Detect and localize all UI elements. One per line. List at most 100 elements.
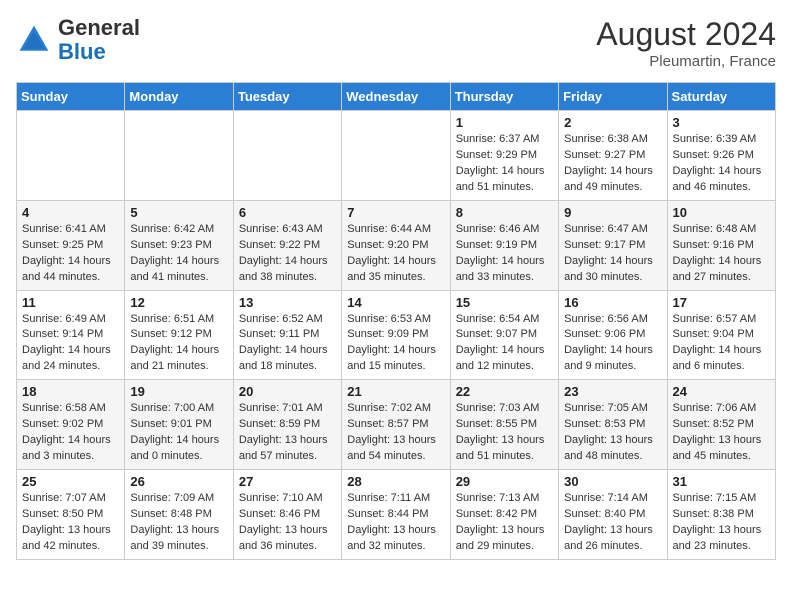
calendar-cell: 23 Sunrise: 7:05 AM Sunset: 8:53 PM Dayli… xyxy=(559,380,667,470)
logo-icon xyxy=(16,22,52,58)
day-info: Sunrise: 6:51 AM Sunset: 9:12 PM Dayligh… xyxy=(130,312,227,376)
day-number: 20 xyxy=(239,384,336,399)
day-number: 21 xyxy=(347,384,444,399)
day-number: 13 xyxy=(239,295,336,310)
calendar-cell: 30Sunrise: 7:14 AM Sunset: 8:40 PM Dayli… xyxy=(559,470,667,560)
day-number: 31 xyxy=(673,474,770,489)
calendar-cell: 16Sunrise: 6:56 AM Sunset: 9:06 PM Dayli… xyxy=(559,290,667,380)
calendar-cell: 21 Sunrise: 7:02 AM Sunset: 8:57 PM Dayli… xyxy=(342,380,450,470)
calendar-cell: 25 Sunrise: 7:07 AM Sunset: 8:50 PM Dayli… xyxy=(17,470,125,560)
day-number: 12 xyxy=(130,295,227,310)
day-number: 16 xyxy=(564,295,661,310)
calendar-cell: 6 Sunrise: 6:43 AM Sunset: 9:22 PM Daylig… xyxy=(233,200,341,290)
calendar-week-row: 11 Sunrise: 6:49 AM Sunset: 9:14 PM Dayli… xyxy=(17,290,776,380)
calendar-cell: 3 Sunrise: 6:39 AM Sunset: 9:26 PM Daylig… xyxy=(667,111,775,201)
day-info: Sunrise: 7:05 AM Sunset: 8:53 PM Dayligh… xyxy=(564,401,661,465)
day-info: Sunrise: 7:02 AM Sunset: 8:57 PM Dayligh… xyxy=(347,401,444,465)
day-number: 7 xyxy=(347,205,444,220)
day-info: Sunrise: 6:48 AM Sunset: 9:16 PM Dayligh… xyxy=(673,222,770,286)
calendar-cell: 29Sunrise: 7:13 AM Sunset: 8:42 PM Dayli… xyxy=(450,470,558,560)
day-number: 2 xyxy=(564,115,661,130)
day-info: Sunrise: 6:57 AM Sunset: 9:04 PM Dayligh… xyxy=(673,312,770,376)
calendar-cell: 12 Sunrise: 6:51 AM Sunset: 9:12 PM Dayli… xyxy=(125,290,233,380)
title-block: August 2024 Pleumartin, France xyxy=(596,16,776,70)
calendar-cell: 5 Sunrise: 6:42 AM Sunset: 9:23 PM Daylig… xyxy=(125,200,233,290)
calendar-cell xyxy=(233,111,341,201)
day-info: Sunrise: 7:13 AM Sunset: 8:42 PM Dayligh… xyxy=(456,491,553,555)
day-info: Sunrise: 6:46 AM Sunset: 9:19 PM Dayligh… xyxy=(456,222,553,286)
day-of-week-header: Wednesday xyxy=(342,83,450,111)
calendar-cell: 8 Sunrise: 6:46 AM Sunset: 9:19 PM Daylig… xyxy=(450,200,558,290)
calendar-cell xyxy=(17,111,125,201)
calendar-cell: 22Sunrise: 7:03 AM Sunset: 8:55 PM Dayli… xyxy=(450,380,558,470)
day-number: 24 xyxy=(673,384,770,399)
calendar-cell: 20 Sunrise: 7:01 AM Sunset: 8:59 PM Dayli… xyxy=(233,380,341,470)
month-year: August 2024 xyxy=(596,16,776,53)
day-info: Sunrise: 7:03 AM Sunset: 8:55 PM Dayligh… xyxy=(456,401,553,465)
calendar-week-row: 4Sunrise: 6:41 AM Sunset: 9:25 PM Daylig… xyxy=(17,200,776,290)
calendar-cell: 9 Sunrise: 6:47 AM Sunset: 9:17 PM Daylig… xyxy=(559,200,667,290)
calendar-cell: 15Sunrise: 6:54 AM Sunset: 9:07 PM Dayli… xyxy=(450,290,558,380)
day-of-week-header: Saturday xyxy=(667,83,775,111)
day-info: Sunrise: 6:38 AM Sunset: 9:27 PM Dayligh… xyxy=(564,132,661,196)
day-info: Sunrise: 6:49 AM Sunset: 9:14 PM Dayligh… xyxy=(22,312,119,376)
page-header: General Blue August 2024 Pleumartin, Fra… xyxy=(16,16,776,70)
day-info: Sunrise: 7:07 AM Sunset: 8:50 PM Dayligh… xyxy=(22,491,119,555)
day-info: Sunrise: 6:58 AM Sunset: 9:02 PM Dayligh… xyxy=(22,401,119,465)
logo: General Blue xyxy=(16,16,140,64)
calendar-cell: 14Sunrise: 6:53 AM Sunset: 9:09 PM Dayli… xyxy=(342,290,450,380)
day-info: Sunrise: 6:39 AM Sunset: 9:26 PM Dayligh… xyxy=(673,132,770,196)
calendar-cell: 13 Sunrise: 6:52 AM Sunset: 9:11 PM Dayli… xyxy=(233,290,341,380)
day-number: 8 xyxy=(456,205,553,220)
day-info: Sunrise: 7:15 AM Sunset: 8:38 PM Dayligh… xyxy=(673,491,770,555)
calendar-cell: 2 Sunrise: 6:38 AM Sunset: 9:27 PM Daylig… xyxy=(559,111,667,201)
day-info: Sunrise: 6:42 AM Sunset: 9:23 PM Dayligh… xyxy=(130,222,227,286)
day-number: 9 xyxy=(564,205,661,220)
day-number: 1 xyxy=(456,115,553,130)
location: Pleumartin, France xyxy=(596,53,776,70)
day-of-week-header: Tuesday xyxy=(233,83,341,111)
day-info: Sunrise: 6:43 AM Sunset: 9:22 PM Dayligh… xyxy=(239,222,336,286)
day-number: 4 xyxy=(22,205,119,220)
calendar-cell: 18 Sunrise: 6:58 AM Sunset: 9:02 PM Dayli… xyxy=(17,380,125,470)
day-info: Sunrise: 7:01 AM Sunset: 8:59 PM Dayligh… xyxy=(239,401,336,465)
calendar-cell: 27 Sunrise: 7:10 AM Sunset: 8:46 PM Dayli… xyxy=(233,470,341,560)
day-info: Sunrise: 6:53 AM Sunset: 9:09 PM Dayligh… xyxy=(347,312,444,376)
day-number: 18 xyxy=(22,384,119,399)
day-number: 3 xyxy=(673,115,770,130)
day-info: Sunrise: 7:10 AM Sunset: 8:46 PM Dayligh… xyxy=(239,491,336,555)
day-number: 28 xyxy=(347,474,444,489)
calendar-cell: 24 Sunrise: 7:06 AM Sunset: 8:52 PM Dayli… xyxy=(667,380,775,470)
calendar-cell: 28Sunrise: 7:11 AM Sunset: 8:44 PM Dayli… xyxy=(342,470,450,560)
day-of-week-header: Sunday xyxy=(17,83,125,111)
day-number: 10 xyxy=(673,205,770,220)
day-number: 26 xyxy=(130,474,227,489)
calendar-cell xyxy=(125,111,233,201)
day-of-week-header: Thursday xyxy=(450,83,558,111)
calendar-cell: 26 Sunrise: 7:09 AM Sunset: 8:48 PM Dayli… xyxy=(125,470,233,560)
day-info: Sunrise: 6:52 AM Sunset: 9:11 PM Dayligh… xyxy=(239,312,336,376)
day-info: Sunrise: 7:09 AM Sunset: 8:48 PM Dayligh… xyxy=(130,491,227,555)
calendar-header-row: SundayMondayTuesdayWednesdayThursdayFrid… xyxy=(17,83,776,111)
day-number: 11 xyxy=(22,295,119,310)
day-number: 25 xyxy=(22,474,119,489)
calendar-week-row: 1 Sunrise: 6:37 AM Sunset: 9:29 PM Daylig… xyxy=(17,111,776,201)
day-number: 19 xyxy=(130,384,227,399)
day-number: 23 xyxy=(564,384,661,399)
calendar-cell: 10 Sunrise: 6:48 AM Sunset: 9:16 PM Dayli… xyxy=(667,200,775,290)
day-info: Sunrise: 7:06 AM Sunset: 8:52 PM Dayligh… xyxy=(673,401,770,465)
calendar-cell: 17Sunrise: 6:57 AM Sunset: 9:04 PM Dayli… xyxy=(667,290,775,380)
calendar-week-row: 25 Sunrise: 7:07 AM Sunset: 8:50 PM Dayli… xyxy=(17,470,776,560)
calendar-cell: 19 Sunrise: 7:00 AM Sunset: 9:01 PM Dayli… xyxy=(125,380,233,470)
calendar-week-row: 18 Sunrise: 6:58 AM Sunset: 9:02 PM Dayli… xyxy=(17,380,776,470)
day-number: 5 xyxy=(130,205,227,220)
day-info: Sunrise: 7:00 AM Sunset: 9:01 PM Dayligh… xyxy=(130,401,227,465)
day-info: Sunrise: 6:44 AM Sunset: 9:20 PM Dayligh… xyxy=(347,222,444,286)
calendar-cell: 4Sunrise: 6:41 AM Sunset: 9:25 PM Daylig… xyxy=(17,200,125,290)
day-info: Sunrise: 6:37 AM Sunset: 9:29 PM Dayligh… xyxy=(456,132,553,196)
day-number: 6 xyxy=(239,205,336,220)
day-of-week-header: Friday xyxy=(559,83,667,111)
calendar-table: SundayMondayTuesdayWednesdayThursdayFrid… xyxy=(16,82,776,560)
day-info: Sunrise: 6:47 AM Sunset: 9:17 PM Dayligh… xyxy=(564,222,661,286)
day-number: 27 xyxy=(239,474,336,489)
